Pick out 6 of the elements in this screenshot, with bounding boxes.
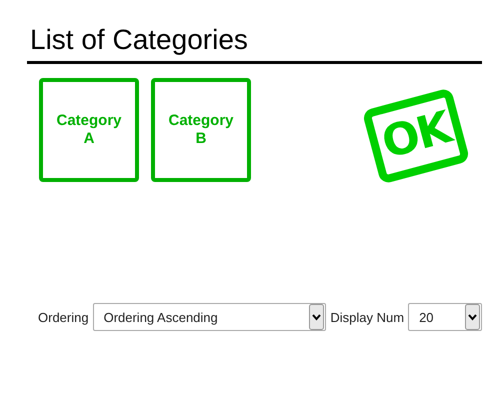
field-label: Ordering [38,310,89,324]
field-label: Display Num [330,310,404,324]
dropdown[interactable]: Ordering Ascending [92,303,326,331]
dropdown[interactable]: 20 [408,303,482,331]
page-title: List of Categories [30,23,249,57]
ok-stamp: OK [362,87,470,185]
